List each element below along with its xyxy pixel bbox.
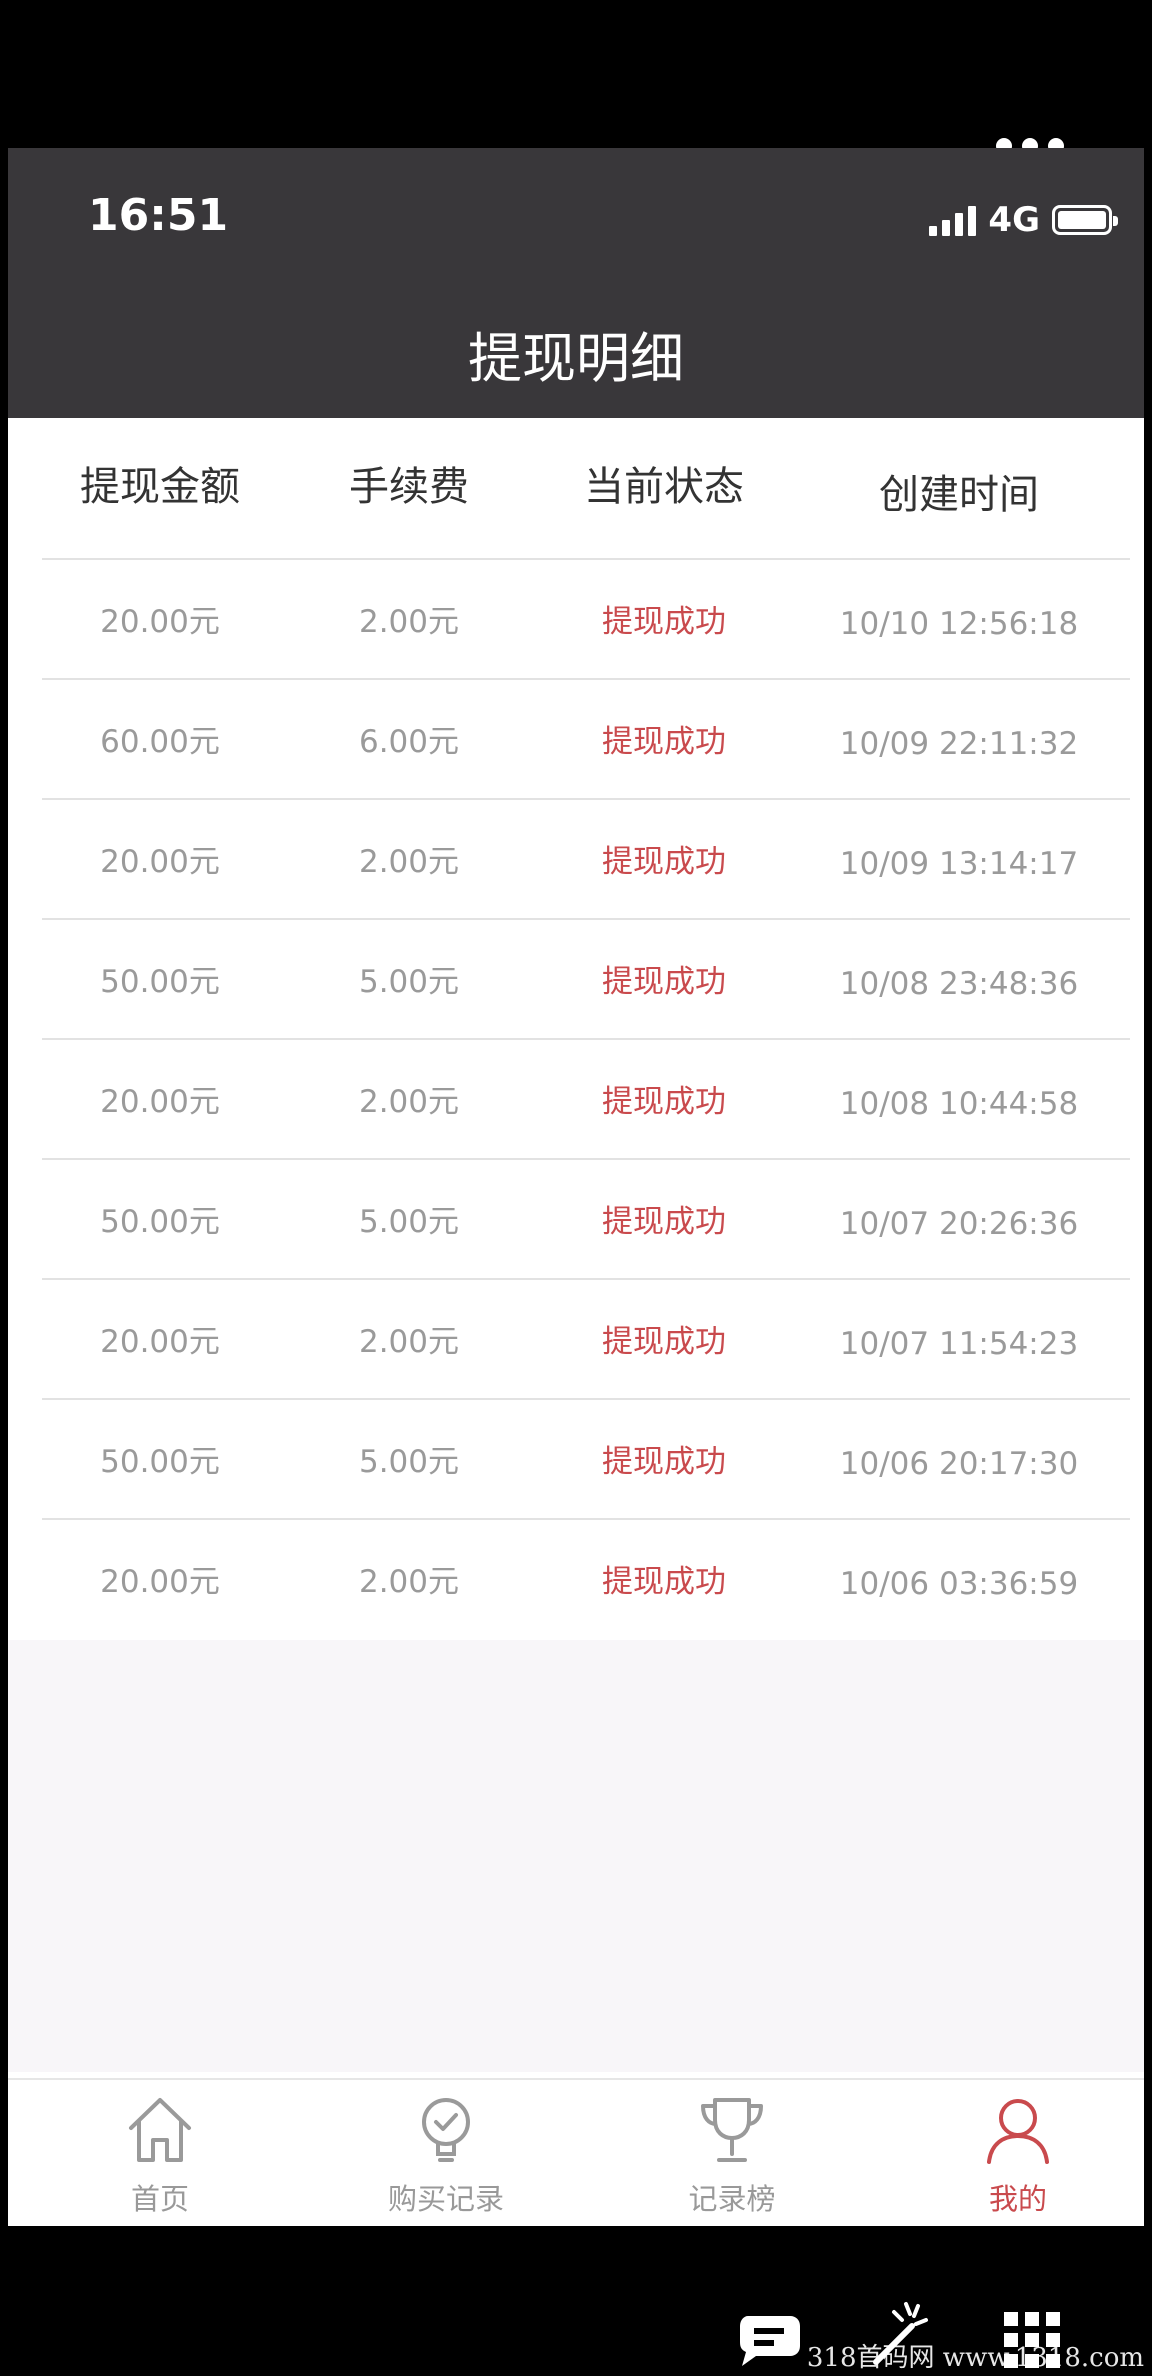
row-status: 提现成功 xyxy=(602,844,726,880)
row-status: 提现成功 xyxy=(602,604,726,640)
withdrawal-table: 提现金额 手续费 当前状态 创建时间 20.00元 2.00元 提现成功 10/… xyxy=(8,418,1144,1640)
row-amount: 20.00元 xyxy=(100,604,220,640)
battery-icon xyxy=(1052,205,1118,235)
row-amount: 20.00元 xyxy=(100,1324,220,1360)
table-row: 20.00元 2.00元 提现成功 10/09 13:14:17 xyxy=(42,800,1130,920)
row-fee: 2.00元 xyxy=(358,844,460,880)
tab-label: 我的 xyxy=(988,2182,1047,2216)
row-time: 10/06 20:17:30 xyxy=(839,1446,1079,1482)
row-amount: 60.00元 xyxy=(100,724,220,760)
home-icon xyxy=(129,2098,191,2162)
table-row: 60.00元 6.00元 提现成功 10/09 22:11:32 xyxy=(42,680,1130,800)
row-status: 提现成功 xyxy=(602,1324,726,1360)
row-amount: 20.00元 xyxy=(100,1084,220,1120)
row-time: 10/10 12:56:18 xyxy=(839,606,1079,642)
row-status: 提现成功 xyxy=(602,1564,726,1600)
row-fee: 2.00元 xyxy=(358,1564,460,1600)
status-time: 16:51 xyxy=(88,190,229,241)
tab-mine[interactable]: 我的 xyxy=(908,2094,1128,2218)
page-title: 提现明细 xyxy=(468,327,684,390)
status-indicators: 4G xyxy=(929,200,1118,240)
row-status: 提现成功 xyxy=(602,1204,726,1240)
row-amount: 20.00元 xyxy=(100,1564,220,1600)
row-amount: 50.00元 xyxy=(100,1444,220,1480)
row-fee: 5.00元 xyxy=(358,1204,460,1240)
row-fee: 5.00元 xyxy=(358,964,460,1000)
chat-bubble-icon[interactable] xyxy=(736,2312,802,2368)
table-row: 50.00元 5.00元 提现成功 10/08 23:48:36 xyxy=(42,920,1130,1040)
column-header-fee: 手续费 xyxy=(349,464,469,510)
row-fee: 5.00元 xyxy=(358,1444,460,1480)
row-time: 10/07 11:54:23 xyxy=(839,1326,1079,1362)
row-time: 10/09 22:11:32 xyxy=(839,726,1079,762)
row-fee: 2.00元 xyxy=(358,1084,460,1120)
row-fee: 6.00元 xyxy=(358,724,460,760)
table-row: 20.00元 2.00元 提现成功 10/07 11:54:23 xyxy=(42,1280,1130,1400)
lightbulb-check-icon xyxy=(422,2098,470,2162)
tab-purchase-records[interactable]: 购买记录 xyxy=(336,2094,556,2218)
row-fee: 2.00元 xyxy=(358,604,460,640)
empty-area xyxy=(8,1640,1144,2072)
table-row: 20.00元 2.00元 提现成功 10/10 12:56:18 xyxy=(42,560,1130,680)
watermark-text: 318首码网 www.1318.com xyxy=(806,2343,1144,2373)
row-status: 提现成功 xyxy=(602,724,726,760)
row-status: 提现成功 xyxy=(602,964,726,1000)
user-icon xyxy=(987,2099,1049,2164)
tab-label: 记录榜 xyxy=(688,2182,776,2216)
bottom-tabbar: 首页 购买记录 记录榜 我的 xyxy=(8,2078,1144,2226)
table-row: 20.00元 2.00元 提现成功 10/08 10:44:58 xyxy=(42,1040,1130,1160)
table-row: 50.00元 5.00元 提现成功 10/07 20:26:36 xyxy=(42,1160,1130,1280)
row-amount: 50.00元 xyxy=(100,964,220,1000)
row-fee: 2.00元 xyxy=(358,1324,460,1360)
table-row: 50.00元 5.00元 提现成功 10/06 20:17:30 xyxy=(42,1400,1130,1520)
row-amount: 50.00元 xyxy=(100,1204,220,1240)
tab-ranking[interactable]: 记录榜 xyxy=(622,2094,842,2218)
row-time: 10/06 03:36:59 xyxy=(839,1566,1079,1602)
tab-label: 首页 xyxy=(130,2182,189,2216)
network-type: 4G xyxy=(988,200,1040,240)
tab-home[interactable]: 首页 xyxy=(50,2094,270,2218)
trophy-icon xyxy=(701,2098,763,2162)
signal-icon xyxy=(929,204,977,236)
row-time: 10/08 23:48:36 xyxy=(839,966,1079,1002)
row-status: 提现成功 xyxy=(602,1444,726,1480)
table-row: 20.00元 2.00元 提现成功 10/06 03:36:59 xyxy=(42,1520,1130,1640)
column-header-status: 当前状态 xyxy=(584,464,744,510)
table-header: 提现金额 手续费 当前状态 创建时间 xyxy=(42,418,1130,560)
app-screen: 16:51 4G 提现明细 提现金额 手续费 当前状态 创建时间 20.00元 … xyxy=(8,148,1144,2226)
row-amount: 20.00元 xyxy=(100,844,220,880)
row-time: 10/07 20:26:36 xyxy=(839,1206,1079,1242)
column-header-amount: 提现金额 xyxy=(80,464,240,510)
tab-label: 购买记录 xyxy=(387,2182,504,2216)
row-time: 10/09 13:14:17 xyxy=(839,846,1079,882)
header-bar: 16:51 4G 提现明细 xyxy=(8,148,1144,418)
column-header-time: 创建时间 xyxy=(879,472,1039,518)
overlay-toolbar: 318首码网 www.1318.com xyxy=(0,2226,1152,2376)
row-time: 10/08 10:44:58 xyxy=(839,1086,1079,1122)
row-status: 提现成功 xyxy=(602,1084,726,1120)
